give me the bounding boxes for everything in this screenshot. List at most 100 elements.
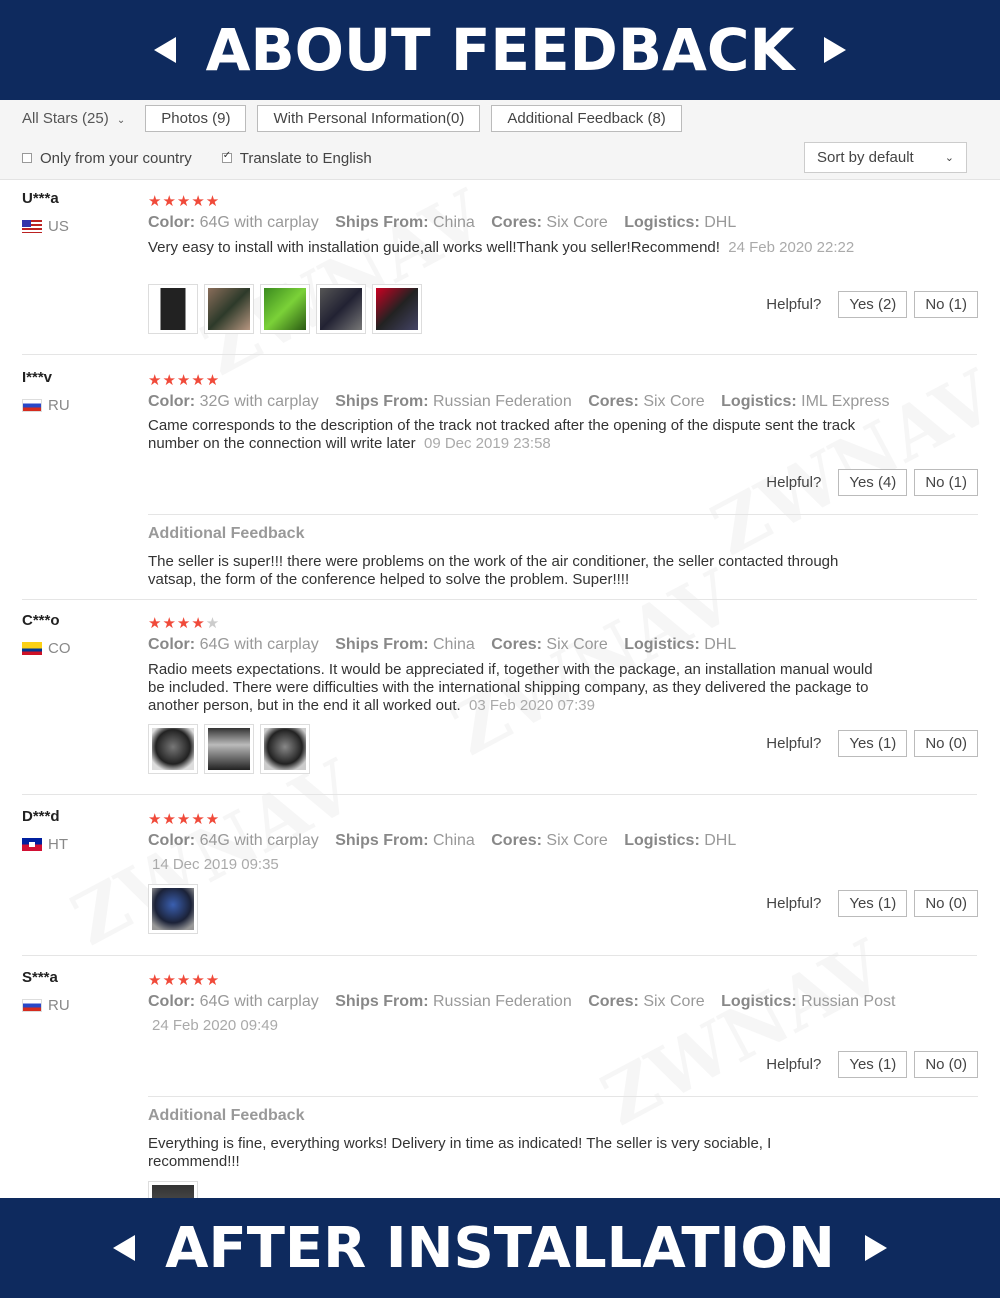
review-item: S***a RU ★★★★★ Color: 64G with carplay S… xyxy=(0,959,1000,1198)
yes-button[interactable]: Yes (4) xyxy=(838,469,908,496)
review-photo[interactable] xyxy=(148,1181,198,1198)
review-attributes: Color: 64G with carplay Ships From: Chin… xyxy=(148,214,736,232)
color-label: Color: xyxy=(148,636,196,653)
review-item: I***v RU ★★★★★ Color: 32G with carplay S… xyxy=(0,359,1000,600)
color-value: 32G with carplay xyxy=(199,393,319,410)
ht-flag-icon xyxy=(22,838,42,851)
triangle-left-icon xyxy=(153,37,176,63)
cores-label: Cores: xyxy=(491,214,542,231)
translate-checkbox[interactable]: Translate to English xyxy=(221,150,372,167)
reviewer-name: U***a xyxy=(22,190,59,207)
filter-bar: All Stars (25) ⌄ Photos (9) With Persona… xyxy=(0,100,1000,180)
review-item: D***d HT ★★★★★ Color: 64G with carplay S… xyxy=(0,798,1000,956)
logistics-label: Logistics: xyxy=(624,214,700,231)
star-rating: ★★★★★ xyxy=(148,972,221,989)
ships-value: China xyxy=(432,214,475,231)
review-text: 14 Dec 2019 09:35 xyxy=(152,856,882,874)
star-rating: ★★★★★ xyxy=(148,372,221,389)
co-flag-icon xyxy=(22,642,42,655)
no-button[interactable]: No (0) xyxy=(914,730,978,757)
no-button[interactable]: No (1) xyxy=(914,291,978,318)
sort-select[interactable]: Sort by default ⌄ xyxy=(804,142,967,173)
helpful-controls: Helpful? Yes (1) No (0) xyxy=(766,890,978,917)
review-text: Came corresponds to the description of t… xyxy=(148,417,878,453)
ships-value: China xyxy=(432,636,475,653)
checkbox-checked-icon xyxy=(221,150,232,163)
all-stars-label: All Stars (25) xyxy=(22,109,109,127)
bottom-banner: AFTER INSTALLATION xyxy=(0,1198,1000,1298)
review-photo[interactable] xyxy=(204,284,254,334)
logistics-label: Logistics: xyxy=(624,832,700,849)
star-rating: ★★★★★ xyxy=(148,615,221,632)
review-text: Very easy to install with installation g… xyxy=(148,239,878,257)
sort-label: Sort by default xyxy=(817,149,914,166)
helpful-controls: Helpful? Yes (1) No (0) xyxy=(766,730,978,757)
ru-flag-icon xyxy=(22,999,42,1012)
no-button[interactable]: No (1) xyxy=(914,469,978,496)
color-label: Color: xyxy=(148,214,196,231)
ships-label: Ships From: xyxy=(335,832,429,849)
ships-value: China xyxy=(432,832,475,849)
review-attributes: Color: 32G with carplay Ships From: Russ… xyxy=(148,393,889,411)
divider xyxy=(22,354,977,355)
divider xyxy=(22,955,977,956)
review-photo[interactable] xyxy=(204,724,254,774)
additional-feedback-text: Everything is fine, everything works! De… xyxy=(148,1135,772,1170)
cores-value: Six Core xyxy=(546,214,608,231)
review-photo[interactable] xyxy=(316,284,366,334)
yes-button[interactable]: Yes (1) xyxy=(838,730,908,757)
reviewer-country: US xyxy=(22,218,69,235)
yes-button[interactable]: Yes (2) xyxy=(838,291,908,318)
review-body: Very easy to install with installation g… xyxy=(148,239,720,256)
cores-label: Cores: xyxy=(491,832,542,849)
personal-info-filter-button[interactable]: With Personal Information(0) xyxy=(257,104,481,132)
chevron-down-icon: ⌄ xyxy=(944,152,954,164)
logistics-value: DHL xyxy=(704,214,737,231)
color-value: 64G with carplay xyxy=(199,214,319,231)
review-photo[interactable] xyxy=(372,284,422,334)
review-photo[interactable] xyxy=(148,884,198,934)
helpful-label: Helpful? xyxy=(766,474,822,491)
review-photo[interactable] xyxy=(148,724,198,774)
logistics-value: Russian Post xyxy=(801,993,896,1010)
ships-label: Ships From: xyxy=(335,214,429,231)
yes-button[interactable]: Yes (1) xyxy=(838,1051,908,1078)
ru-flag-icon xyxy=(22,399,42,412)
reviewer-country: CO xyxy=(22,640,71,657)
cores-value: Six Core xyxy=(546,832,608,849)
triangle-right-icon xyxy=(864,1235,887,1261)
only-country-checkbox[interactable]: Only from your country xyxy=(22,150,192,167)
review-photo[interactable] xyxy=(260,284,310,334)
review-attributes: Color: 64G with carplay Ships From: Chin… xyxy=(148,832,736,850)
helpful-controls: Helpful? Yes (1) No (0) xyxy=(766,1051,978,1078)
star-rating: ★★★★★ xyxy=(148,811,221,828)
no-button[interactable]: No (0) xyxy=(914,890,978,917)
no-button[interactable]: No (0) xyxy=(914,1051,978,1078)
review-item: U***a US ★★★★★ Color: 64G with carplay S… xyxy=(0,180,1000,355)
review-photo[interactable] xyxy=(148,284,198,334)
ships-label: Ships From: xyxy=(335,636,429,653)
banner-title: AFTER INSTALLATION xyxy=(165,1215,835,1281)
yes-button[interactable]: Yes (1) xyxy=(838,890,908,917)
photos-filter-button[interactable]: Photos (9) xyxy=(145,104,247,132)
additional-feedback: Additional Feedback The seller is super!… xyxy=(148,514,978,599)
checkbox-icon xyxy=(22,153,32,163)
review-item: C***o CO ★★★★★ Color: 64G with carplay S… xyxy=(0,602,1000,795)
review-date: 24 Feb 2020 22:22 xyxy=(728,239,855,256)
review-photo[interactable] xyxy=(260,724,310,774)
color-value: 64G with carplay xyxy=(199,832,319,849)
logistics-label: Logistics: xyxy=(721,993,797,1010)
reviewer-country: RU xyxy=(22,397,70,414)
color-value: 64G with carplay xyxy=(199,636,319,653)
helpful-label: Helpful? xyxy=(766,895,822,912)
reviewer-country: RU xyxy=(22,997,70,1014)
country-code: RU xyxy=(48,397,70,414)
additional-feedback-filter-button[interactable]: Additional Feedback (8) xyxy=(491,104,682,132)
all-stars-dropdown[interactable]: All Stars (25) ⌄ xyxy=(22,110,125,127)
review-date: 03 Feb 2020 07:39 xyxy=(469,697,595,714)
reviewer-country: HT xyxy=(22,836,68,853)
review-date: 09 Dec 2019 23:58 xyxy=(423,435,551,452)
cores-value: Six Core xyxy=(546,636,608,653)
helpful-label: Helpful? xyxy=(766,1056,822,1073)
helpful-controls: Helpful? Yes (4) No (1) xyxy=(766,469,978,496)
